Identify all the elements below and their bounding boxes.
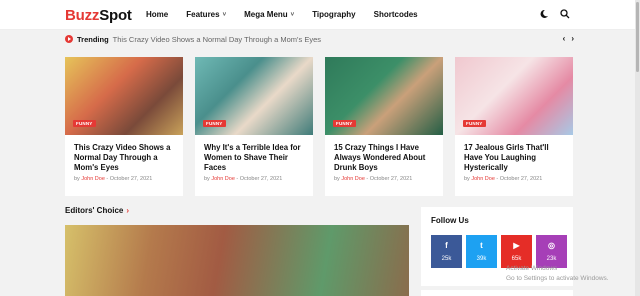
moon-icon[interactable] [538, 9, 550, 21]
meta-by: by [334, 176, 340, 182]
post-date: - October 27, 2021 [106, 176, 153, 182]
post-meta: by John Doe - October 27, 2021 [455, 173, 573, 185]
main-nav: Home Features ˅ Mega Menu ˅ Tipography Sho… [146, 10, 436, 19]
play-icon [65, 35, 73, 43]
post-meta: by John Doe - October 27, 2021 [195, 173, 313, 185]
nav-label: Shortcodes [373, 10, 418, 19]
chevron-down-icon: ˅ [222, 11, 227, 18]
chevron-down-icon: ˅ [290, 11, 295, 18]
twitter-icon: t [480, 241, 483, 250]
ticker-next-button[interactable]: › [571, 34, 574, 43]
nav-label: Tipography [312, 10, 356, 19]
featured-posts: FUNNY This Crazy Video Shows a Normal Da… [65, 57, 573, 196]
post-meta: by John Doe - October 27, 2021 [325, 173, 443, 185]
nav-label: Home [146, 10, 169, 19]
meta-by: by [74, 176, 80, 182]
meta-by: by [464, 176, 470, 182]
nav-item-features[interactable]: Features ˅ [186, 10, 226, 19]
editors-choice-image[interactable] [65, 225, 409, 296]
category-badge[interactable]: FUNNY [463, 120, 486, 127]
follower-count: 23k [546, 256, 557, 262]
post-thumbnail[interactable]: FUNNY [195, 57, 313, 135]
nav-item-tipography[interactable]: Tipography [312, 10, 355, 19]
site-header: BuzzSpot Home Features ˅ Mega Menu ˅ Tipog… [0, 0, 640, 30]
watermark-line: Go to Settings to activate Windows. [506, 275, 609, 282]
youtube-icon: ▶ [513, 241, 520, 250]
post-card[interactable]: FUNNY Why It's a Terrible Idea for Women… [195, 57, 313, 196]
ticker-prev-button[interactable]: ‹ [563, 34, 566, 43]
post-author[interactable]: John Doe [81, 176, 105, 182]
post-title[interactable]: 17 Jealous Girls That'll Have You Laughi… [455, 135, 573, 173]
site-logo[interactable]: BuzzSpot [65, 7, 132, 24]
sidebar-widget [421, 290, 573, 296]
post-card[interactable]: FUNNY 15 Crazy Things I Have Always Wond… [325, 57, 443, 196]
trending-ticker: Trending This Crazy Video Shows a Normal… [65, 30, 574, 48]
nav-item-shortcodes[interactable]: Shortcodes [374, 10, 418, 19]
post-title[interactable]: Why It's a Terrible Idea for Women to Sh… [195, 135, 313, 173]
section-title: Editors' Choice [65, 206, 124, 215]
follower-count: 39k [476, 256, 487, 262]
post-thumbnail[interactable]: FUNNY [455, 57, 573, 135]
post-author[interactable]: John Doe [211, 176, 235, 182]
post-date: - October 27, 2021 [496, 176, 543, 182]
nav-item-home[interactable]: Home [146, 10, 168, 19]
post-author[interactable]: John Doe [341, 176, 365, 182]
watermark-line: Activate Windows [506, 265, 558, 272]
facebook-button[interactable]: f 25k [431, 235, 462, 268]
post-date: - October 27, 2021 [236, 176, 283, 182]
trending-headline[interactable]: This Crazy Video Shows a Normal Day Thro… [113, 35, 321, 44]
editors-choice-heading[interactable]: Editors' Choice › [65, 206, 129, 215]
trending-label: Trending [77, 34, 109, 44]
post-title[interactable]: This Crazy Video Shows a Normal Day Thro… [65, 135, 183, 173]
widget-title: Follow Us [431, 216, 469, 225]
ticker-arrows: ‹ › [563, 34, 574, 43]
category-badge[interactable]: FUNNY [73, 120, 96, 127]
post-card[interactable]: FUNNY This Crazy Video Shows a Normal Da… [65, 57, 183, 196]
page-scrollbar[interactable] [635, 0, 640, 296]
windows-activation-watermark: Activate Windows Go to Settings to activ… [506, 264, 609, 284]
post-thumbnail[interactable]: FUNNY [325, 57, 443, 135]
category-badge[interactable]: FUNNY [333, 120, 356, 127]
post-date: - October 27, 2021 [366, 176, 413, 182]
nav-item-mega-menu[interactable]: Mega Menu ˅ [244, 10, 294, 19]
nav-label: Mega Menu [244, 10, 288, 19]
instagram-icon: ◎ [548, 241, 555, 250]
logo-part-buzz: Buzz [65, 7, 100, 24]
category-badge[interactable]: FUNNY [203, 120, 226, 127]
post-meta: by John Doe - October 27, 2021 [65, 173, 183, 185]
chevron-right-icon: › [126, 206, 130, 215]
post-author[interactable]: John Doe [471, 176, 495, 182]
follower-count: 65k [511, 256, 522, 262]
twitter-button[interactable]: t 39k [466, 235, 497, 268]
post-thumbnail[interactable]: FUNNY [65, 57, 183, 135]
post-title[interactable]: 15 Crazy Things I Have Always Wondered A… [325, 135, 443, 173]
follower-count: 25k [441, 256, 452, 262]
logo-part-spot: Spot [99, 7, 132, 24]
search-icon[interactable] [559, 9, 571, 21]
facebook-icon: f [445, 241, 448, 250]
nav-label: Features [186, 10, 220, 19]
post-card[interactable]: FUNNY 17 Jealous Girls That'll Have You … [455, 57, 573, 196]
meta-by: by [204, 176, 210, 182]
scrollbar-thumb[interactable] [636, 2, 639, 72]
